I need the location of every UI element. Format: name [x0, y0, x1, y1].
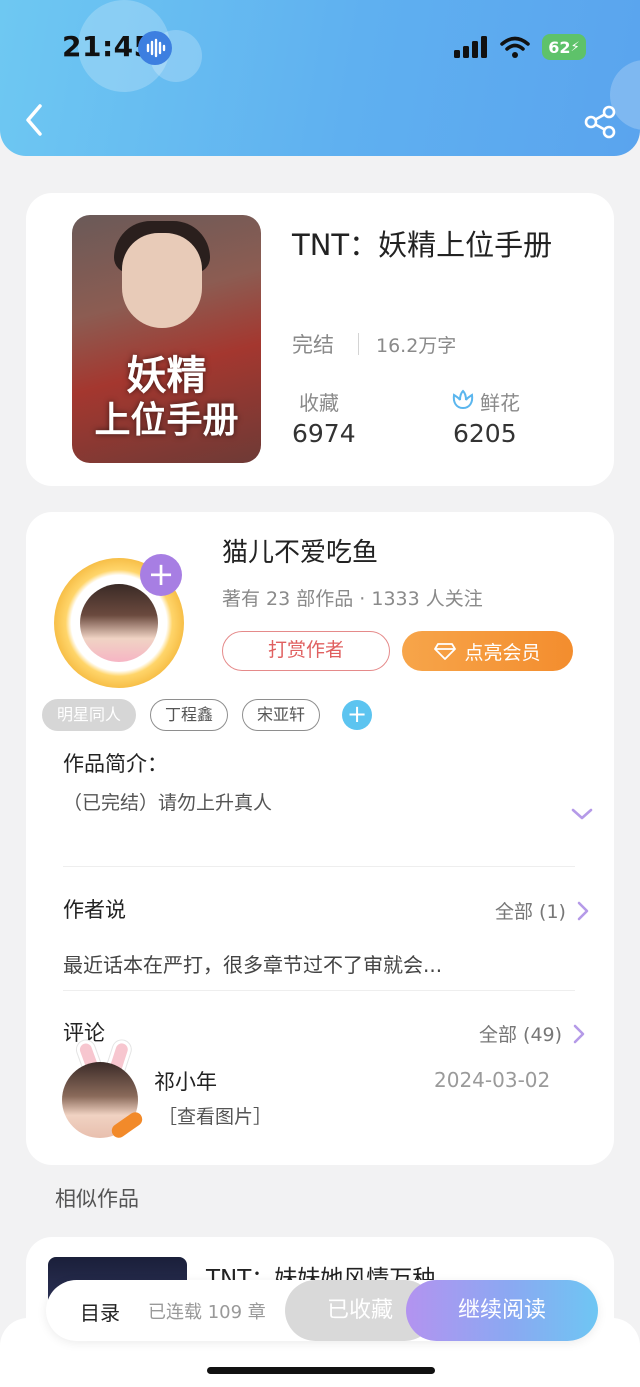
- follow-plus-button[interactable]: +: [140, 554, 182, 596]
- share-button[interactable]: [582, 104, 618, 140]
- favorites-label: 收藏: [299, 391, 339, 415]
- book-title: TNT：妖精上位手册: [292, 228, 553, 262]
- book-status: 完结: [292, 333, 334, 357]
- favorites-count: 6974: [292, 419, 356, 448]
- author-meta: 著有 23 部作品 · 1333 人关注: [222, 588, 483, 610]
- cover-figure-face: [122, 233, 202, 328]
- author-say-title: 作者说: [63, 898, 126, 922]
- top-header: 21:45 62 ⚡: [0, 0, 640, 156]
- flowers-label: 鲜花: [480, 391, 520, 415]
- add-tag-button[interactable]: +: [342, 700, 373, 730]
- divider: [63, 866, 575, 867]
- expand-intro-button[interactable]: [570, 806, 594, 822]
- author-detail-card: + 猫儿不爱吃鱼 著有 23 部作品 · 1333 人关注 打赏作者 点亮会员 …: [26, 512, 614, 1165]
- book-cover[interactable]: 妖精 上位手册: [72, 215, 261, 463]
- intro-text: （已完结）请勿上升真人: [63, 792, 273, 814]
- comment-date: 2024-03-02: [434, 1068, 551, 1092]
- diamond-icon: [434, 643, 457, 660]
- back-button[interactable]: [18, 100, 54, 140]
- chapter-count[interactable]: 已连载 109 章: [148, 1298, 266, 1324]
- signal-icon: [454, 36, 487, 58]
- continue-reading-button[interactable]: 继续阅读: [406, 1280, 598, 1341]
- tag-item[interactable]: 丁程鑫: [150, 699, 229, 731]
- battery-level: 62: [548, 37, 571, 57]
- vip-label: 点亮会员: [464, 641, 541, 664]
- chevron-right-icon: [577, 901, 589, 920]
- author-say-all-link[interactable]: 全部 (1): [495, 897, 590, 924]
- home-indicator: [207, 1367, 435, 1374]
- bottom-action-bar: 目录 已连载 109 章 已收藏 继续阅读: [46, 1280, 598, 1341]
- author-say-text[interactable]: 最近话本在严打，很多章节过不了审就会...: [63, 949, 442, 978]
- comments-all-label: 全部 (49): [479, 1024, 563, 1046]
- voice-icon: [138, 31, 172, 65]
- share-icon: [584, 105, 616, 139]
- avatar-photo: [80, 584, 158, 662]
- author-name[interactable]: 猫儿不爱吃鱼: [222, 532, 378, 569]
- commenter-name[interactable]: 祁小年: [154, 1066, 217, 1096]
- flowers-count: 6205: [453, 419, 517, 448]
- tag-item[interactable]: 明星同人: [42, 699, 137, 731]
- status-icons: 62 ⚡: [454, 34, 586, 60]
- chevron-down-icon: [571, 808, 593, 820]
- vip-button[interactable]: 点亮会员: [402, 631, 573, 671]
- word-count: 16.2万字: [376, 335, 457, 357]
- tag-item[interactable]: 宋亚轩: [242, 699, 321, 731]
- cover-title-line2: 上位手册: [94, 399, 239, 441]
- flower-icon: [452, 389, 474, 410]
- divider: [63, 990, 575, 991]
- chevron-left-icon: [26, 104, 42, 136]
- comments-all-link[interactable]: 全部 (49): [479, 1020, 586, 1047]
- book-info-card: 妖精 上位手册 TNT：妖精上位手册 完结 16.2万字 收藏 6974 鲜花 …: [26, 193, 614, 486]
- author-say-all-label: 全部 (1): [495, 901, 566, 923]
- wifi-icon: [500, 36, 530, 58]
- toc-button[interactable]: 目录: [80, 1297, 120, 1326]
- comment-text[interactable]: ［查看图片］: [158, 1102, 272, 1129]
- reward-author-button[interactable]: 打赏作者: [222, 631, 390, 671]
- similar-works-title: 相似作品: [55, 1187, 139, 1211]
- chevron-right-icon: [573, 1024, 585, 1043]
- battery-icon: 62 ⚡: [542, 34, 586, 60]
- divider: [358, 333, 359, 355]
- tag-list: 明星同人 丁程鑫 宋亚轩 +: [42, 699, 373, 731]
- intro-title: 作品简介：: [63, 752, 168, 776]
